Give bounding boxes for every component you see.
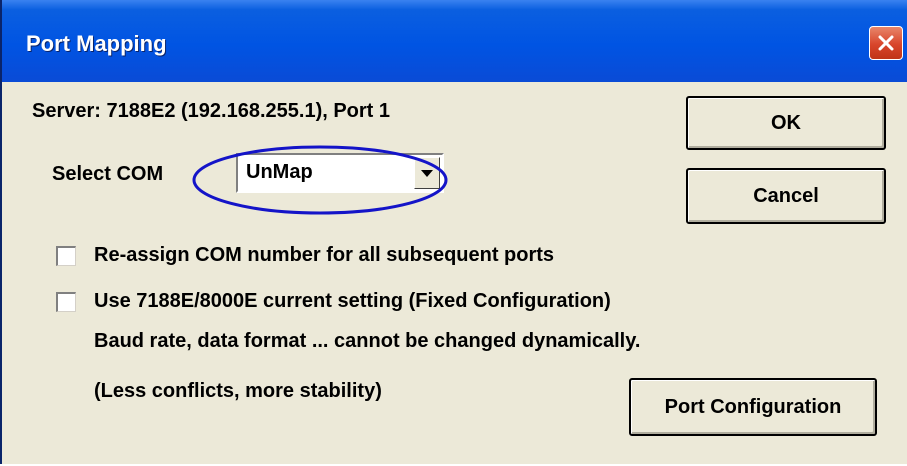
- com-select-value: UnMap: [246, 161, 313, 183]
- stability-note: (Less conflicts, more stability): [94, 380, 382, 402]
- title-bar[interactable]: Port Mapping: [2, 0, 907, 82]
- port-mapping-dialog: Port Mapping Server: 7188E2 (192.168.255…: [0, 0, 907, 464]
- fixed-configuration-note: Baud rate, data format ... cannot be cha…: [94, 330, 641, 352]
- reassign-com-checkbox[interactable]: [56, 246, 76, 266]
- reassign-com-label[interactable]: Re-assign COM number for all subsequent …: [94, 242, 554, 268]
- fixed-configuration-label[interactable]: Use 7188E/8000E current setting (Fixed C…: [94, 288, 611, 314]
- close-icon: [878, 35, 894, 51]
- close-button[interactable]: [869, 26, 903, 60]
- server-info: Server: 7188E2 (192.168.255.1), Port 1: [32, 100, 391, 122]
- port-configuration-button[interactable]: Port Configuration: [629, 378, 877, 436]
- window-title: Port Mapping: [26, 31, 167, 56]
- ok-button[interactable]: OK: [686, 96, 886, 150]
- dropdown-arrow-icon: [421, 170, 433, 177]
- com-select-dropdown-button[interactable]: [414, 157, 440, 189]
- select-com-label: Select COM: [52, 163, 164, 185]
- fixed-configuration-checkbox[interactable]: [56, 292, 76, 312]
- com-select[interactable]: UnMap: [236, 153, 444, 193]
- cancel-button[interactable]: Cancel: [686, 168, 886, 224]
- dialog-body: Server: 7188E2 (192.168.255.1), Port 1 S…: [2, 82, 907, 464]
